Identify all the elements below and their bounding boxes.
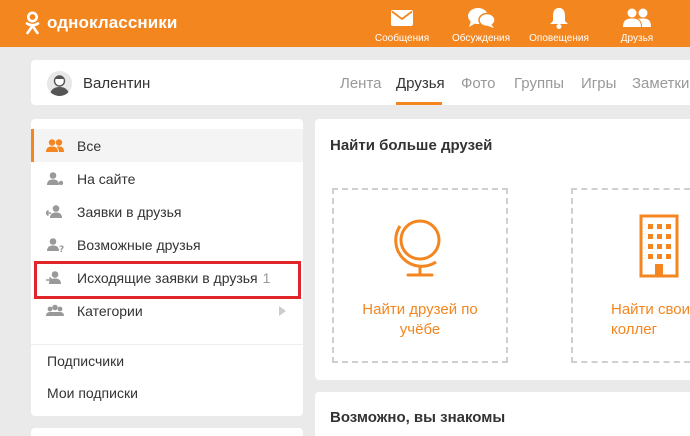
nav-discussions[interactable]: Обсуждения: [447, 0, 515, 47]
tab-friends[interactable]: Друзья: [396, 75, 445, 92]
logo[interactable]: одноклассники: [25, 11, 177, 35]
categories-icon: [46, 304, 64, 316]
bell-icon: [550, 8, 568, 29]
sidebar-item-label: Категории: [77, 302, 143, 319]
sidebar-item-label: Возможные друзья: [77, 236, 201, 253]
sidebar-item-possible[interactable]: ? Возможные друзья: [31, 228, 303, 261]
sidebar-link-subscribers[interactable]: Подписчики: [47, 353, 124, 369]
tab-photo[interactable]: Фото: [461, 75, 495, 92]
find-colleagues-card[interactable]: Найти своих коллег: [571, 188, 690, 363]
envelope-icon: [391, 10, 413, 26]
nav-messages[interactable]: Сообщения: [372, 0, 432, 47]
incoming-request-icon: [46, 205, 62, 218]
sidebar-item-requests[interactable]: Заявки в друзья: [31, 195, 303, 228]
sidebar-item-online[interactable]: На сайте: [31, 162, 303, 195]
tab-groups[interactable]: Группы: [514, 75, 564, 92]
svg-text:?: ?: [59, 245, 64, 253]
find-friends-title: Найти больше друзей: [330, 137, 493, 154]
group-icon: [46, 139, 64, 152]
maybe-you-know-panel: Возможно, вы знакомы: [315, 392, 690, 436]
maybe-you-know-title: Возможно, вы знакомы: [330, 409, 506, 426]
find-by-school-card[interactable]: Найти друзей по учёбе: [332, 188, 508, 363]
chat-bubbles-icon: [467, 7, 495, 28]
profile-bar: Валентин Лента Друзья Фото Группы Игры З…: [31, 60, 690, 105]
avatar[interactable]: [47, 71, 72, 96]
sidebar-link-subscriptions[interactable]: Мои подписки: [47, 385, 138, 401]
sidebar-divider: [31, 344, 303, 345]
nav-notifications[interactable]: Оповещения: [527, 0, 591, 47]
find-friends-panel: Найти больше друзей Найти друзей по учёб…: [315, 119, 690, 380]
sidebar-item-label: Заявки в друзья: [77, 203, 182, 220]
friends-icon: [623, 8, 651, 27]
profile-name[interactable]: Валентин: [83, 75, 150, 92]
top-bar: одноклассники Сообщения Обсуждения Опове…: [0, 0, 690, 47]
sidebar-item-label: Все: [77, 137, 102, 154]
sidebar-next-card: [31, 428, 303, 436]
tab-feed[interactable]: Лента: [340, 75, 382, 92]
logo-text: одноклассники: [47, 13, 178, 32]
active-tab-indicator: [396, 102, 442, 105]
user-question-icon: ?: [47, 238, 64, 253]
nav-messages-label: Сообщения: [374, 33, 430, 44]
user-online-icon: [47, 172, 64, 186]
globe-icon: [394, 219, 441, 277]
tab-games[interactable]: Игры: [581, 75, 616, 92]
chevron-right-icon: [279, 306, 286, 316]
sidebar-item-label: На сайте: [77, 170, 136, 187]
ok-logo-icon: [25, 11, 40, 35]
highlight-frame: [34, 261, 301, 299]
user-avatar-icon: [47, 71, 72, 96]
nav-friends-label: Друзья: [620, 33, 654, 44]
sidebar-item-all[interactable]: Все: [31, 129, 303, 162]
find-by-school-label: Найти друзей по учёбе: [362, 301, 478, 338]
nav-discussions-label: Обсуждения: [451, 33, 511, 44]
tab-notes[interactable]: Заметки: [632, 75, 689, 92]
find-colleagues-label: Найти своих коллег: [611, 301, 690, 338]
nav-friends[interactable]: Друзья: [612, 0, 662, 47]
nav-notifications-label: Оповещения: [529, 33, 589, 44]
building-icon: [639, 214, 679, 278]
